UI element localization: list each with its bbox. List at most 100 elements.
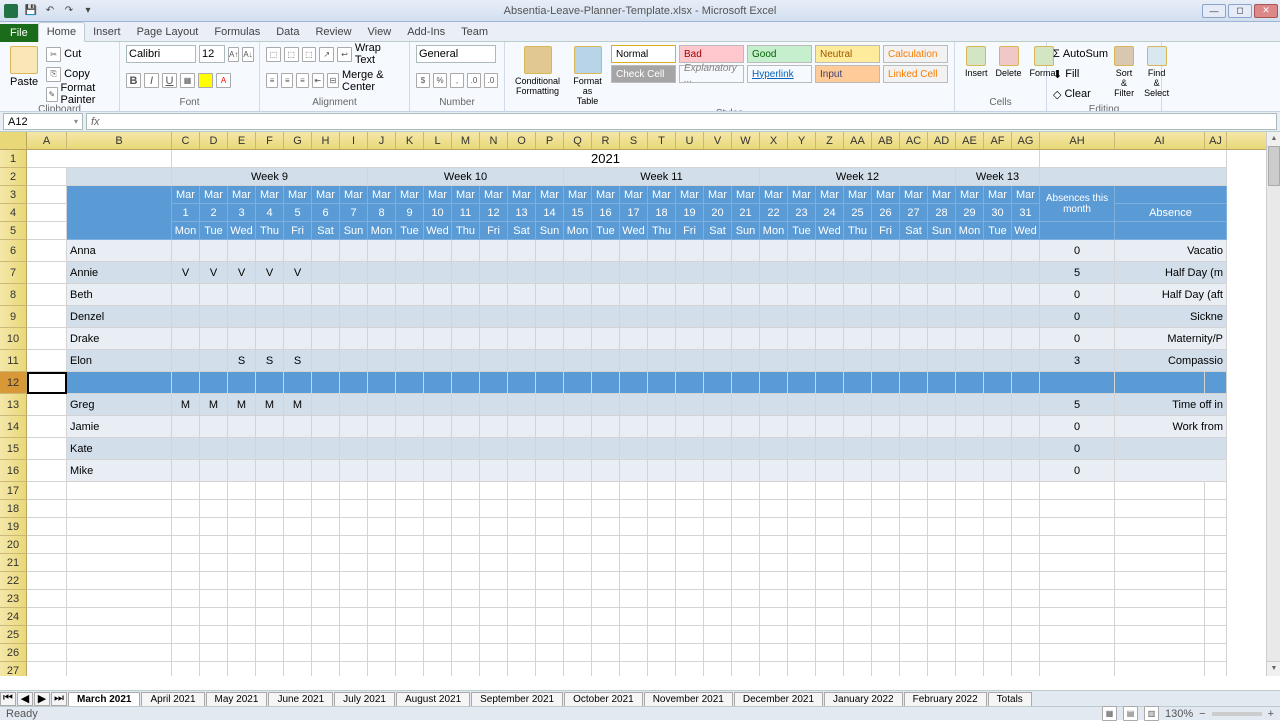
- cell[interactable]: [228, 590, 256, 608]
- absence-cell[interactable]: [760, 306, 788, 328]
- absence-cell[interactable]: [340, 460, 368, 482]
- row-header-20[interactable]: 20: [0, 536, 27, 554]
- col-header-AH[interactable]: AH: [1040, 132, 1115, 149]
- cell[interactable]: [452, 644, 480, 662]
- selected-row-cell[interactable]: [424, 372, 452, 394]
- absence-cell[interactable]: [396, 460, 424, 482]
- absence-cell[interactable]: [312, 460, 340, 482]
- day-header[interactable]: Mar: [648, 186, 676, 204]
- copy-button[interactable]: ⎘Copy: [46, 64, 113, 84]
- cell[interactable]: [480, 608, 508, 626]
- absence-cell[interactable]: [452, 328, 480, 350]
- cell[interactable]: [67, 168, 172, 186]
- absence-cell[interactable]: [368, 438, 396, 460]
- style-explanatory[interactable]: Explanatory ...: [679, 65, 744, 83]
- day-header[interactable]: Mar: [172, 186, 200, 204]
- cell[interactable]: [424, 644, 452, 662]
- day-header[interactable]: 5: [284, 204, 312, 222]
- cell[interactable]: [480, 662, 508, 676]
- absence-cell[interactable]: [480, 416, 508, 438]
- col-header-I[interactable]: I: [340, 132, 368, 149]
- legend-cell[interactable]: [1115, 438, 1227, 460]
- absence-cell[interactable]: [648, 416, 676, 438]
- absence-cell[interactable]: [788, 438, 816, 460]
- cell[interactable]: [172, 500, 200, 518]
- row-header-9[interactable]: 9: [0, 306, 27, 328]
- cell[interactable]: [704, 572, 732, 590]
- absence-cell[interactable]: [396, 416, 424, 438]
- absence-cell[interactable]: [480, 460, 508, 482]
- selected-row-cell[interactable]: [284, 372, 312, 394]
- cell[interactable]: [284, 626, 312, 644]
- absence-cell[interactable]: [508, 240, 536, 262]
- cell[interactable]: [27, 306, 67, 328]
- cell[interactable]: [452, 626, 480, 644]
- day-header[interactable]: Mar: [312, 186, 340, 204]
- cell[interactable]: [536, 608, 564, 626]
- absence-total[interactable]: 0: [1040, 416, 1115, 438]
- absence-cell[interactable]: [368, 262, 396, 284]
- day-header[interactable]: 2: [200, 204, 228, 222]
- cell[interactable]: [1115, 644, 1205, 662]
- absence-cell[interactable]: V: [256, 262, 284, 284]
- absence-cell[interactable]: [564, 394, 592, 416]
- cell[interactable]: [340, 572, 368, 590]
- cell[interactable]: [368, 626, 396, 644]
- absence-cell[interactable]: [340, 350, 368, 372]
- absence-cell[interactable]: [648, 262, 676, 284]
- selected-row-cell[interactable]: [984, 372, 1012, 394]
- cell[interactable]: [27, 262, 67, 284]
- absence-cell[interactable]: [928, 306, 956, 328]
- cell[interactable]: [312, 644, 340, 662]
- cell[interactable]: [564, 518, 592, 536]
- cell[interactable]: [256, 554, 284, 572]
- col-header-K[interactable]: K: [396, 132, 424, 149]
- day-header[interactable]: Wed: [424, 222, 452, 240]
- absences-header[interactable]: Absences this month: [1040, 186, 1115, 222]
- cell[interactable]: [480, 518, 508, 536]
- row-header-4[interactable]: 4: [0, 204, 27, 222]
- absence-cell[interactable]: [536, 284, 564, 306]
- fx-icon[interactable]: fx: [91, 116, 100, 128]
- cell[interactable]: [452, 536, 480, 554]
- col-header-F[interactable]: F: [256, 132, 284, 149]
- absence-cell[interactable]: [424, 240, 452, 262]
- cell[interactable]: [1040, 662, 1115, 676]
- absence-cell[interactable]: [1012, 284, 1040, 306]
- cell[interactable]: [27, 482, 67, 500]
- absence-cell[interactable]: [844, 416, 872, 438]
- cell[interactable]: [312, 554, 340, 572]
- cell[interactable]: [844, 662, 872, 676]
- cell[interactable]: [508, 572, 536, 590]
- cell[interactable]: [592, 608, 620, 626]
- font-size-select[interactable]: [199, 45, 225, 63]
- absence-cell[interactable]: [928, 438, 956, 460]
- absence-cell[interactable]: [200, 350, 228, 372]
- cell[interactable]: [508, 500, 536, 518]
- absence-cell[interactable]: [928, 284, 956, 306]
- cell[interactable]: [760, 626, 788, 644]
- cell[interactable]: [228, 536, 256, 554]
- col-header-P[interactable]: P: [536, 132, 564, 149]
- cell[interactable]: [816, 536, 844, 554]
- cell[interactable]: [200, 626, 228, 644]
- day-header[interactable]: Mar: [228, 186, 256, 204]
- cell[interactable]: [536, 554, 564, 572]
- absence-cell[interactable]: [396, 328, 424, 350]
- cell[interactable]: [452, 500, 480, 518]
- absence-cell[interactable]: [872, 460, 900, 482]
- col-header-B[interactable]: B: [67, 132, 172, 149]
- cell[interactable]: [956, 518, 984, 536]
- cell[interactable]: [480, 590, 508, 608]
- absence-total[interactable]: 0: [1040, 438, 1115, 460]
- absence-cell[interactable]: [508, 328, 536, 350]
- cell[interactable]: [592, 536, 620, 554]
- cell[interactable]: [872, 626, 900, 644]
- legend-cell[interactable]: Work from: [1115, 416, 1227, 438]
- absence-cell[interactable]: [592, 350, 620, 372]
- cell[interactable]: [1040, 608, 1115, 626]
- selected-row-cell[interactable]: [452, 372, 480, 394]
- absence-cell[interactable]: [788, 350, 816, 372]
- absence-cell[interactable]: [732, 350, 760, 372]
- cell[interactable]: [900, 572, 928, 590]
